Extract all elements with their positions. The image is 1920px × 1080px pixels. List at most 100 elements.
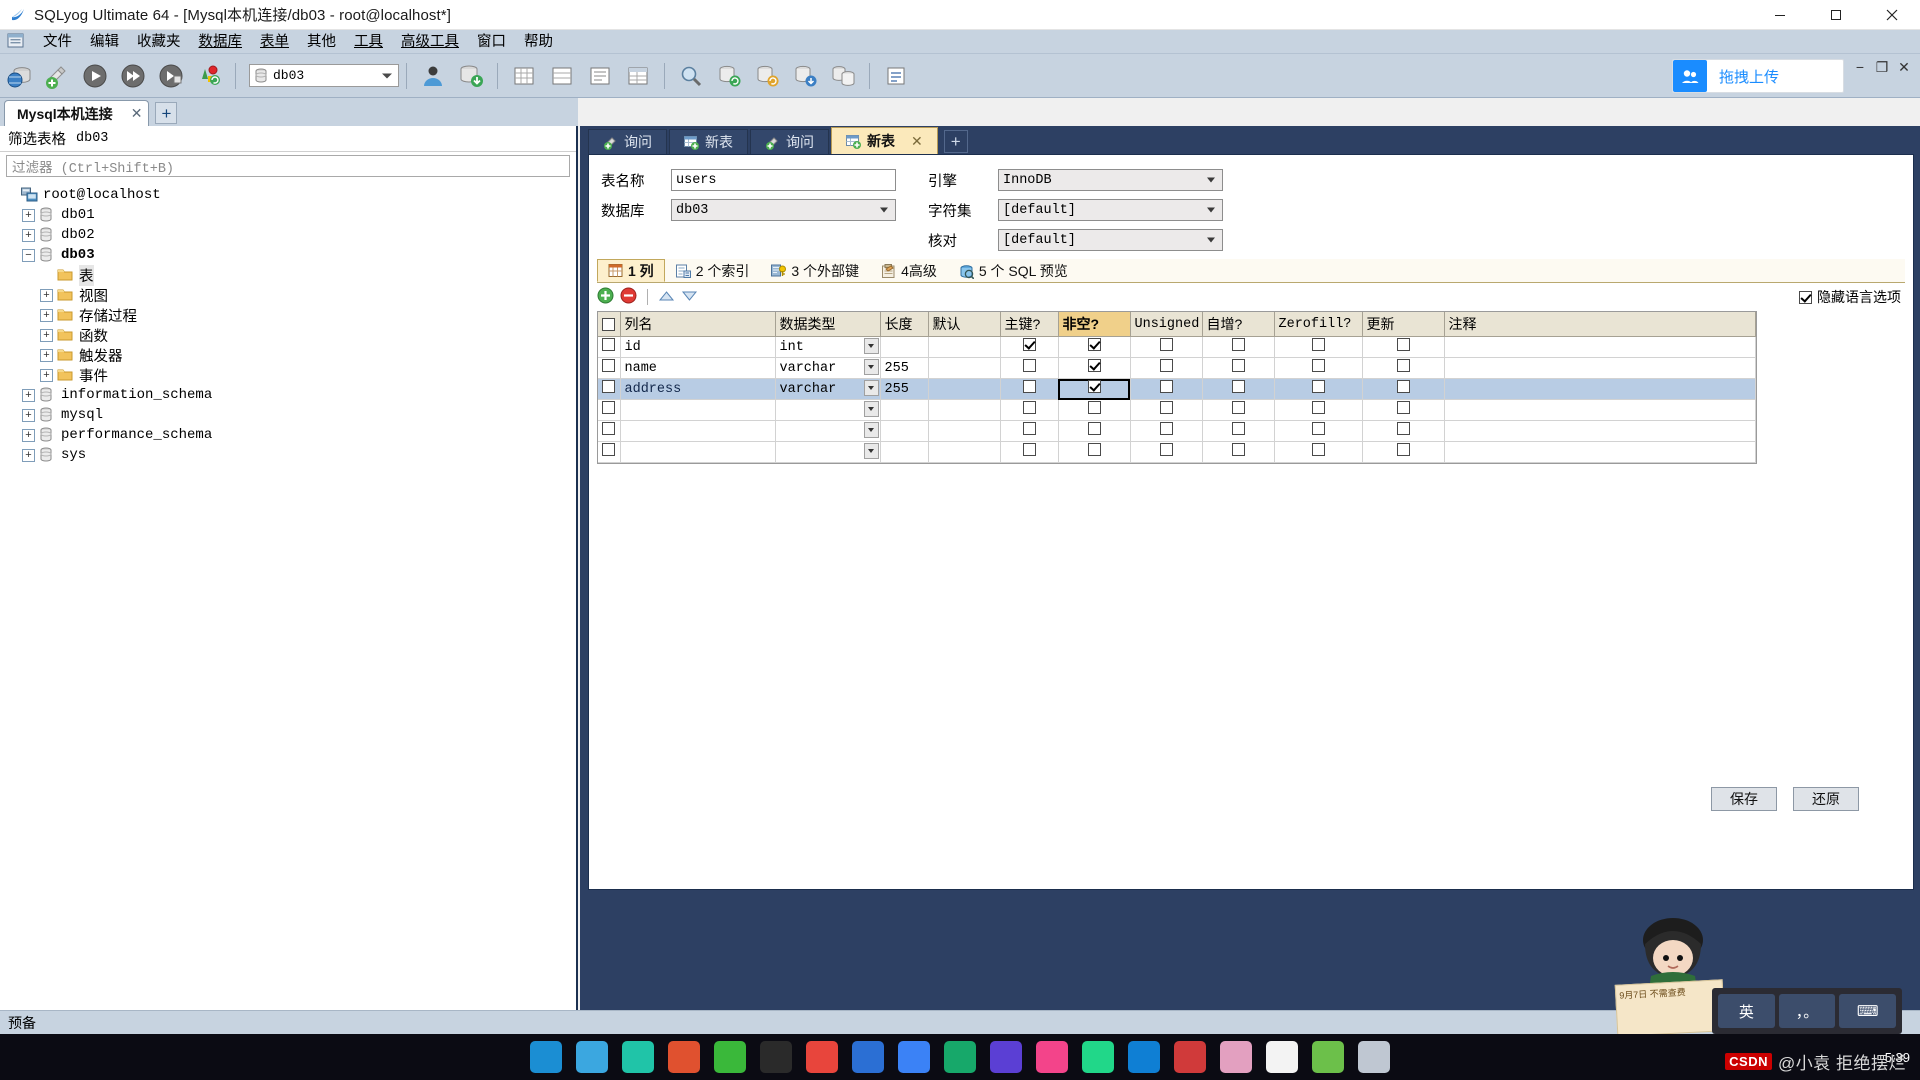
primary-key-5-cell[interactable] [1000,441,1059,463]
auto-increment-1-cell[interactable] [1202,357,1275,379]
mdi-minimize-button[interactable]: − [1850,58,1870,76]
menu-tools[interactable]: 工具 [345,31,392,53]
select-all-checkbox[interactable] [602,317,616,331]
refresh-objects-icon[interactable] [192,59,226,93]
not-null-0-cell[interactable] [1058,336,1131,358]
document-tab-3[interactable]: 新表 ✕ [831,127,938,154]
chevron-down-icon[interactable] [863,338,879,354]
auto-increment-3-cell[interactable] [1202,399,1275,421]
zerofill-3-checkbox[interactable] [1311,401,1325,414]
auto-increment-1-checkbox[interactable] [1231,359,1245,372]
auto-increment-5-checkbox[interactable] [1231,443,1245,456]
header-update[interactable]: 更新 [1362,312,1445,337]
row-select-5-cell[interactable] [598,441,621,463]
chevron-down-icon[interactable] [863,422,879,438]
comment-cell[interactable] [1444,378,1756,400]
not-null-0-checkbox[interactable] [1087,338,1101,351]
taskbar-chrome-icon[interactable] [806,1041,838,1073]
taskbar-anime-icon[interactable] [1220,1041,1252,1073]
expand-icon[interactable]: + [40,368,53,382]
chevron-down-icon[interactable] [863,401,879,417]
document-tab-0[interactable]: 询问 [588,129,667,154]
ad-banner-overlay[interactable]: 9月7日 不需查费 [1614,979,1726,1037]
length-cell[interactable]: 255 [880,357,929,379]
taskbar-globe-icon[interactable] [944,1041,976,1073]
update-0-cell[interactable] [1362,336,1445,358]
data-type-cell[interactable]: varchar [775,378,881,400]
unsigned-1-checkbox[interactable] [1159,359,1173,372]
row-select-5-checkbox[interactable] [602,443,616,456]
table-row[interactable] [598,441,1756,463]
length-cell[interactable] [880,441,929,463]
row-select-3-cell[interactable] [598,399,621,421]
data-sync-icon[interactable] [750,59,784,93]
taskbar-pycharm-icon[interactable] [1082,1041,1114,1073]
menu-table[interactable]: 表单 [251,31,298,53]
table-row[interactable]: id int [598,336,1756,358]
unsigned-4-cell[interactable] [1130,420,1203,442]
menu-database[interactable]: 数据库 [190,31,252,53]
default-cell[interactable] [928,357,1001,379]
add-row-icon[interactable] [597,287,614,307]
object-filter-input[interactable]: 过滤器 (Ctrl+Shift+B) [6,155,570,177]
not-null-1-checkbox[interactable] [1087,359,1101,372]
charset-select[interactable]: [default] [998,199,1223,221]
not-null-3-cell[interactable] [1058,399,1131,421]
header-column-name[interactable]: 列名 [620,312,776,337]
primary-key-4-cell[interactable] [1000,420,1059,442]
default-cell[interactable] [928,378,1001,400]
unsigned-0-checkbox[interactable] [1159,338,1173,351]
engine-select[interactable]: InnoDB [998,169,1223,191]
comment-cell[interactable] [1444,399,1756,421]
header-auto-increment[interactable]: 自增? [1202,312,1275,337]
taskbar-db-app-icon[interactable] [990,1041,1022,1073]
auto-increment-4-cell[interactable] [1202,420,1275,442]
schema-sync-icon[interactable] [712,59,746,93]
expand-icon[interactable]: + [22,388,35,402]
expand-icon[interactable]: + [40,348,53,362]
tree-node[interactable]: 表 [4,264,576,286]
default-cell[interactable] [928,336,1001,358]
row-select-4-cell[interactable] [598,420,621,442]
designer-tab-1[interactable]: 2 个索引 [665,259,761,282]
tree-node[interactable]: + 函数 [4,325,576,345]
header-data-type[interactable]: 数据类型 [775,312,881,337]
row-select-1-checkbox[interactable] [602,359,616,372]
header-default[interactable]: 默认 [928,312,1001,337]
update-3-checkbox[interactable] [1396,401,1410,414]
taskbar-record-icon[interactable] [668,1041,700,1073]
tree-node[interactable]: + 触发器 [4,345,576,365]
primary-key-4-checkbox[interactable] [1022,422,1036,435]
length-cell[interactable] [880,399,929,421]
expand-icon[interactable]: + [22,208,35,222]
document-tab-1[interactable]: 新表 [669,129,748,154]
menu-favorites[interactable]: 收藏夹 [128,31,190,53]
search-objects-icon[interactable] [674,59,708,93]
data-type-cell[interactable]: varchar [775,357,881,379]
taskbar-app8-icon[interactable] [852,1041,884,1073]
document-tab-2[interactable]: 询问 [750,129,829,154]
zerofill-0-cell[interactable] [1274,336,1363,358]
taskbar-vscode-icon[interactable] [1128,1041,1160,1073]
not-null-5-checkbox[interactable] [1087,443,1101,456]
new-connection-icon[interactable] [2,59,36,93]
chevron-down-icon[interactable] [863,443,879,459]
table-row[interactable] [598,420,1756,442]
user-manager-icon[interactable] [416,59,450,93]
drag-upload-widget[interactable]: 拖拽上传 [1672,59,1844,93]
restore-button[interactable]: 还原 [1793,787,1859,811]
expand-icon[interactable]: + [40,308,53,322]
row-select-1-cell[interactable] [598,357,621,379]
unsigned-3-checkbox[interactable] [1159,401,1173,414]
hide-language-options-toggle[interactable]: 隐藏语言选项 [1799,287,1901,307]
designer-tab-4[interactable]: 5 个 SQL 预览 [948,259,1079,282]
row-select-4-checkbox[interactable] [602,422,616,435]
row-select-2-checkbox[interactable] [602,380,616,393]
zerofill-1-checkbox[interactable] [1311,359,1325,372]
tree-node[interactable]: + db01 [4,205,576,225]
tree-node[interactable]: + db02 [4,225,576,245]
execute-query-icon[interactable] [78,59,112,93]
not-null-4-checkbox[interactable] [1087,422,1101,435]
row-select-2-cell[interactable] [598,378,621,400]
primary-key-3-checkbox[interactable] [1022,401,1036,414]
